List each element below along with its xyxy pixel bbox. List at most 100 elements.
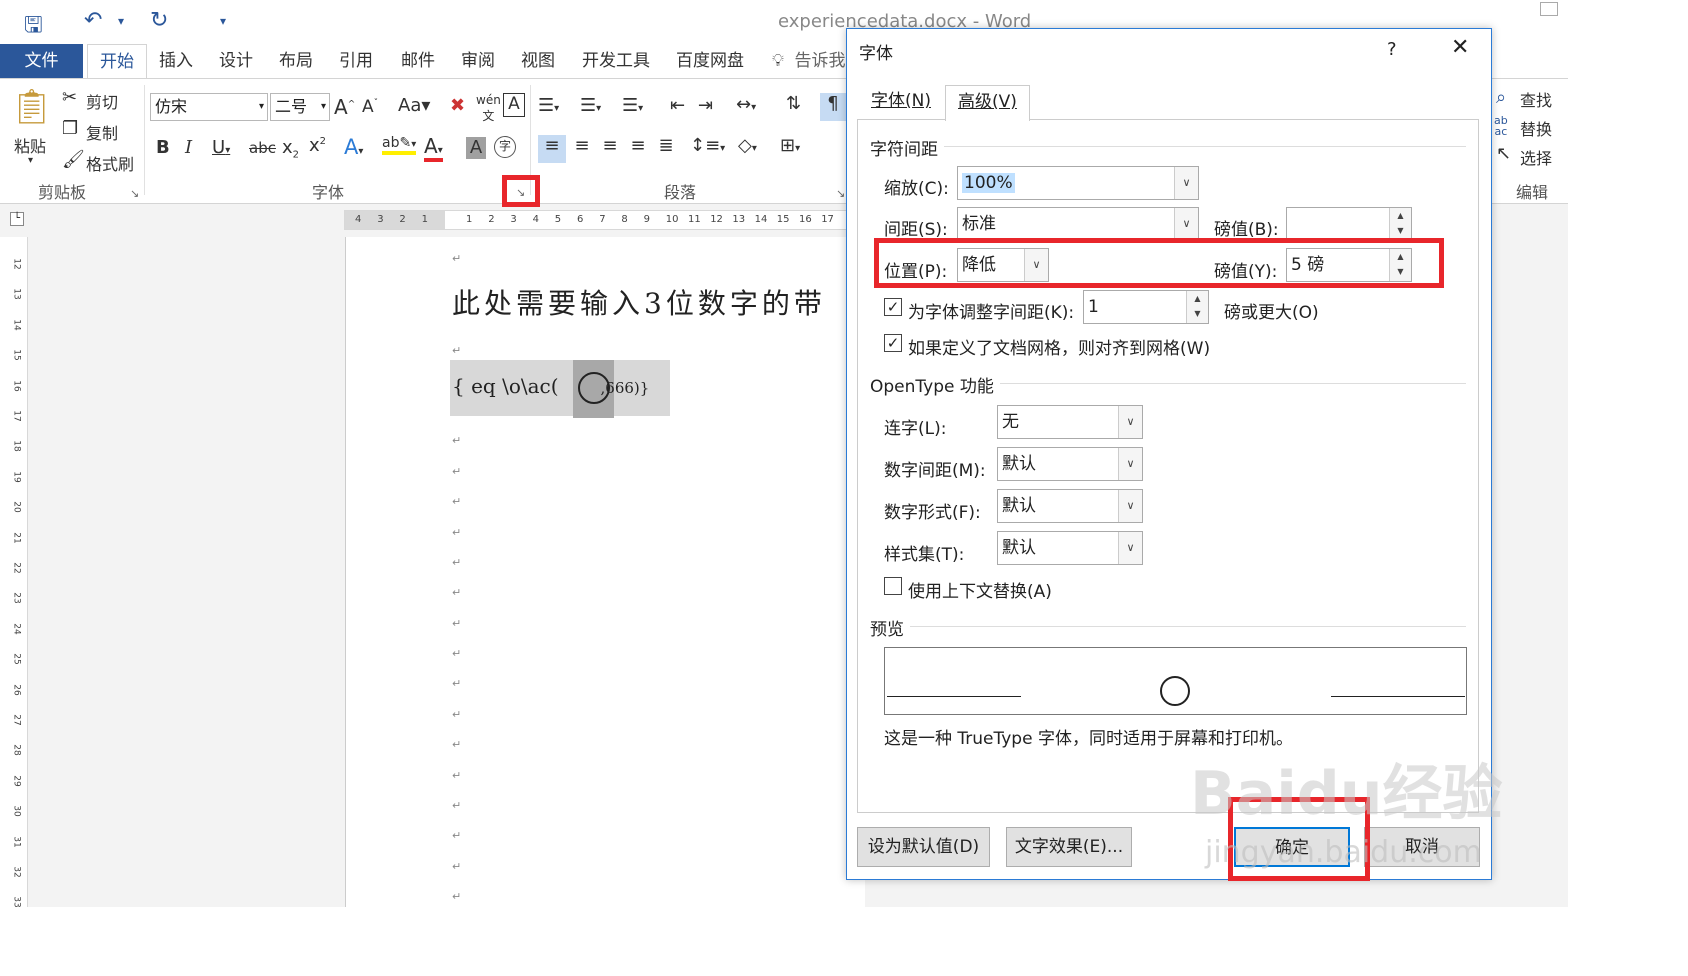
subscript-icon[interactable]: x2 [282,137,299,161]
customize-icon[interactable]: ▾ [220,14,226,28]
tab-design[interactable]: 设计 [210,44,262,78]
tab-view[interactable]: 视图 [512,44,564,78]
ruler-tick: 25 [11,653,22,665]
chevron-down-icon: ∨ [1118,490,1142,522]
copy-button[interactable]: 复制 [86,120,118,144]
vertical-ruler[interactable]: 12 13 14 15 16 17 18 19 20 21 22 23 24 25 26 27 28 29 30 31… [6,237,28,907]
field-code[interactable]: { eq \o\ac(,666)} [452,374,649,398]
cut-button[interactable]: 剪切 [86,89,118,113]
enclose-char-icon[interactable]: 字 [494,136,516,158]
show-marks-icon[interactable]: ¶ [820,93,846,121]
strikethrough-icon[interactable]: abc [249,139,276,157]
scale-select[interactable]: 100% ∨ [957,166,1199,200]
clipboard-launcher-icon[interactable]: ↘ [130,187,139,200]
document-text-line[interactable]: 此处需要输入3位数字的带 [452,282,826,322]
char-shading-icon[interactable]: A [466,137,486,159]
kerning-checkbox[interactable]: ✓ [884,298,902,316]
tab-file[interactable]: 文件 [0,44,83,78]
undo-dropdown-icon[interactable]: ▾ [118,14,124,28]
tab-home[interactable]: 开始 [87,44,147,79]
ruler-tick: 8 [621,214,628,225]
close-icon[interactable]: ✕ [1451,35,1469,60]
font-family-value: 仿宋 [155,97,188,116]
highlight-icon[interactable]: ab✎▾ [382,135,417,155]
tab-advanced[interactable]: 高级(V) [945,85,1030,121]
borders-icon[interactable]: ⊞▾ [780,135,800,156]
underline-icon[interactable]: U▾ [212,137,230,158]
ruler-tick: 5 [554,214,562,225]
grow-font-icon[interactable]: A^ [334,95,355,119]
change-case-icon[interactable]: Aa▾ [398,95,430,116]
snap-grid-label: 如果定义了文档网格，则对齐到网格(W) [908,339,1211,359]
tab-developer[interactable]: 开发工具 [578,44,654,78]
tab-baidu[interactable]: 百度网盘 [670,44,750,78]
tab-review[interactable]: 审阅 [452,44,504,78]
help-icon[interactable]: ? [1387,39,1397,60]
decrease-indent-icon[interactable]: ⇤ [670,95,685,116]
paste-button[interactable]: 粘贴 [14,133,46,157]
tab-layout[interactable]: 布局 [270,44,322,78]
tab-mailings[interactable]: 邮件 [392,44,444,78]
document-page[interactable] [345,237,865,907]
replace-button[interactable]: 替换 [1520,116,1552,140]
num-spacing-select[interactable]: 默认 ∨ [997,447,1143,481]
contextual-checkbox[interactable] [884,577,902,595]
stylistic-select[interactable]: 默认 ∨ [997,531,1143,565]
shrink-font-icon[interactable]: Aˇ [362,97,378,117]
align-center-icon[interactable]: ≡ [568,135,596,156]
text-effects-button[interactable]: 文字效果(E)... [1006,827,1132,867]
kerning-spinner[interactable]: 1 ▲ ▼ [1083,290,1209,324]
tell-me-box[interactable]: 告诉我 [792,44,848,78]
find-button[interactable]: 查找 [1520,87,1552,111]
font-color-icon[interactable]: A▾ [424,134,443,162]
multilevel-list-icon[interactable]: ☰▾ [622,95,643,116]
select-cursor-icon: ↖ [1496,143,1512,164]
italic-icon[interactable]: I [185,137,192,158]
tab-insert[interactable]: 插入 [150,44,202,78]
tab-selector-icon[interactable]: └ [10,212,24,226]
spinner-arrows-icon[interactable]: ▲ ▼ [1186,291,1208,323]
increase-indent-icon[interactable]: ⇥ [698,95,713,116]
char-border-icon[interactable]: A [503,93,525,117]
ruler-tick: 12 [710,214,723,225]
spacing-pt-spinner[interactable]: ▲ ▼ [1286,207,1412,241]
tab-references[interactable]: 引用 [330,44,382,78]
horizontal-ruler[interactable]: 4 3 2 1 1 2 3 4 5 6 7 8 9 10 11 12 13 14 15 16 17 [344,210,864,230]
bullets-icon[interactable]: ☰▾ [538,95,559,116]
format-painter-button[interactable]: 格式刷 [86,151,134,175]
save-icon[interactable]: 🖫 [24,8,43,46]
font-family-select[interactable]: 仿宋 ▾ [150,93,268,121]
snap-grid-checkbox[interactable]: ✓ [884,334,902,352]
spinner-arrows-icon[interactable]: ▲ ▼ [1389,208,1411,240]
paragraph-mark: ↵ [452,799,462,812]
paragraph-launcher-icon[interactable]: ↘ [836,187,845,200]
align-left-icon[interactable]: ≡ [538,135,566,163]
ruler-tick: 3 [377,214,384,225]
redo-icon[interactable]: ↻ [150,8,168,33]
select-button[interactable]: 选择 [1520,145,1552,169]
justify-icon[interactable]: ≡ [624,135,652,156]
shading-icon[interactable]: ◇▾ [738,135,757,156]
align-right-icon[interactable]: ≡ [596,135,624,156]
line-spacing-icon[interactable]: ↕≡▾ [690,135,725,156]
paste-icon[interactable]: 📋︎ [10,87,53,131]
ligatures-select[interactable]: 无 ∨ [997,405,1143,439]
chinese-layout-icon[interactable]: ↔▾ [736,94,756,115]
bold-icon[interactable]: B [156,137,170,158]
superscript-icon[interactable]: x2 [309,135,326,156]
num-forms-select[interactable]: 默认 ∨ [997,489,1143,523]
undo-icon[interactable]: ↶ [84,8,102,33]
ruler-tick: 14 [11,319,22,331]
distributed-icon[interactable]: ≣ [652,135,680,156]
paste-dropdown-icon[interactable]: ▾ [28,155,33,166]
phonetic-guide-icon[interactable]: wén 文 [476,93,501,124]
tab-font[interactable]: 字体(N) [859,85,943,119]
font-size-select[interactable]: 二号 ▾ [270,93,330,121]
clear-format-icon[interactable]: ✖ [450,95,465,116]
spacing-select[interactable]: 标准 ∨ [957,207,1199,241]
ribbon-display-icon[interactable] [1540,2,1558,16]
numbering-icon[interactable]: ☰▾ [580,95,601,116]
sort-icon[interactable]: ⇅ [786,93,801,114]
text-effects-icon[interactable]: A▾ [344,135,363,159]
set-default-button[interactable]: 设为默认值(D) [857,827,990,867]
